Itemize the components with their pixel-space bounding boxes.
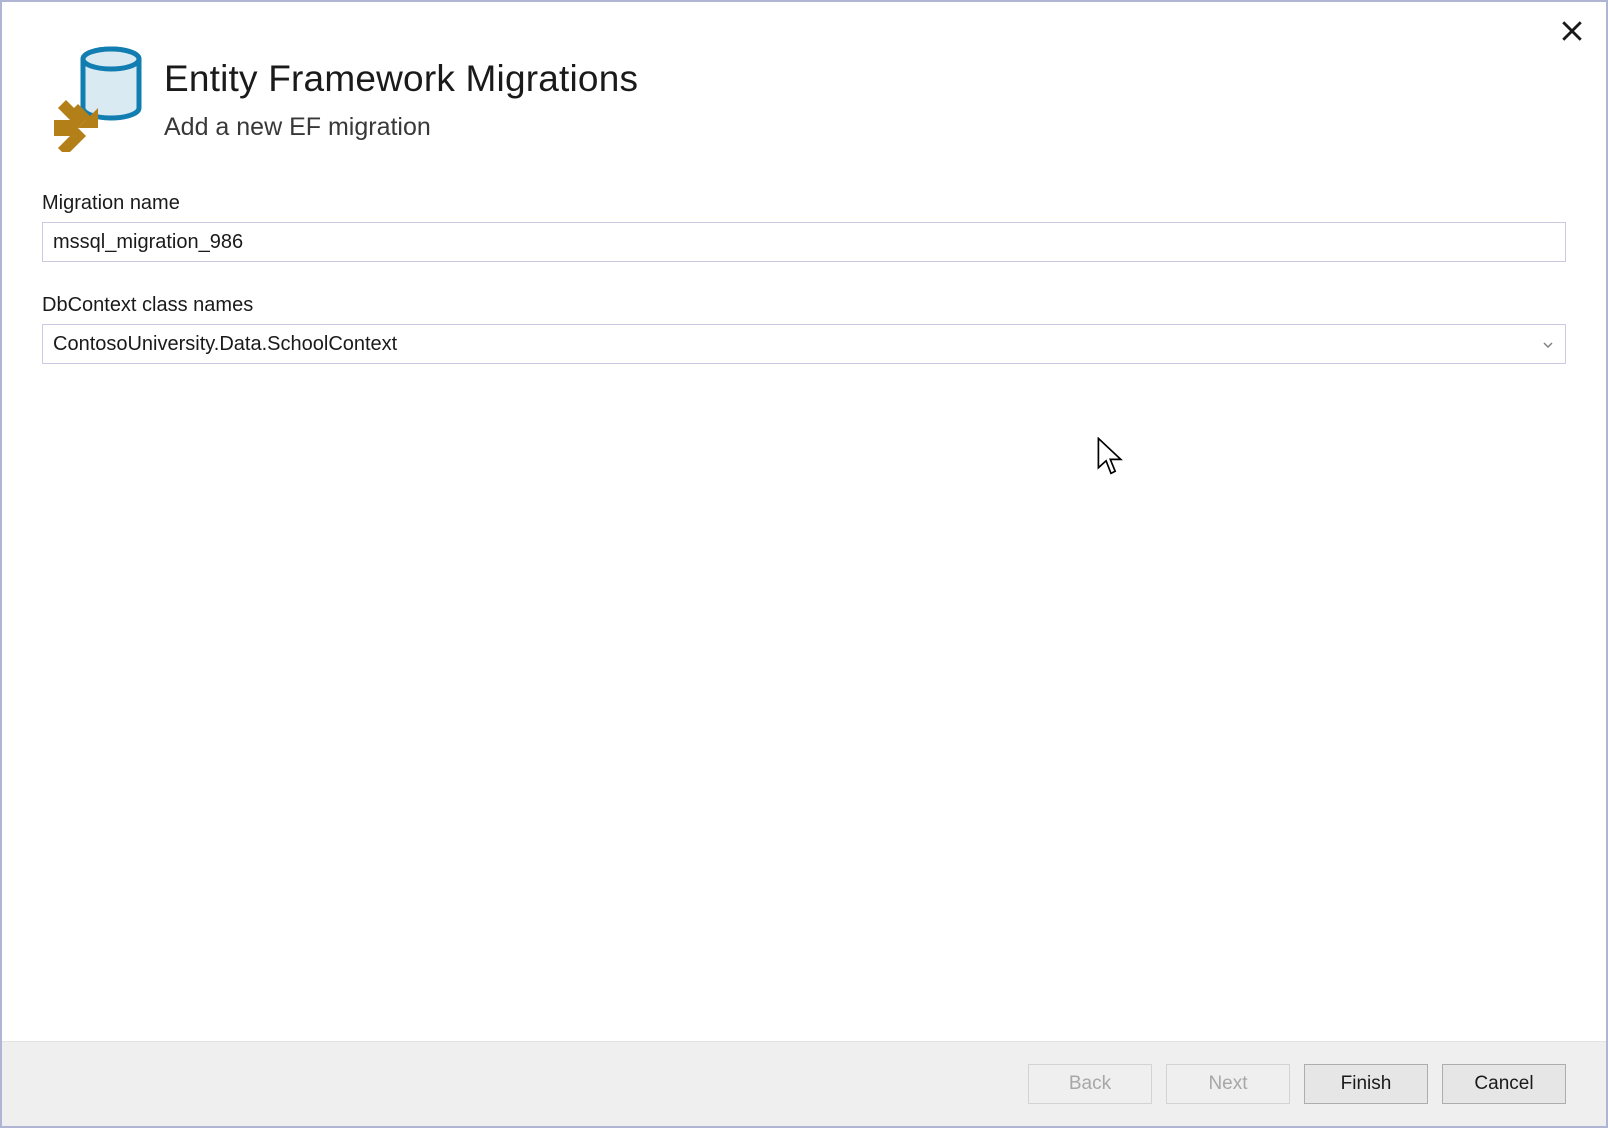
form-section: Migration name DbContext class names (2, 182, 1606, 1041)
dbcontext-label: DbContext class names (42, 294, 1566, 317)
ef-migrations-dialog: Entity Framework Migrations Add a new EF… (0, 0, 1608, 1128)
dbcontext-group: DbContext class names (42, 294, 1566, 364)
dialog-title: Entity Framework Migrations (164, 57, 638, 101)
back-button: Back (1028, 1064, 1152, 1104)
ef-migration-icon (46, 42, 146, 152)
close-icon (1562, 21, 1582, 41)
cancel-button[interactable]: Cancel (1442, 1064, 1566, 1104)
dbcontext-select-wrapper (42, 324, 1566, 364)
migration-name-input[interactable] (42, 222, 1566, 262)
close-button[interactable] (1559, 18, 1585, 44)
header-text: Entity Framework Migrations Add a new EF… (164, 42, 638, 142)
dialog-footer: Back Next Finish Cancel (2, 1041, 1606, 1126)
migration-name-label: Migration name (42, 192, 1566, 215)
dialog-subtitle: Add a new EF migration (164, 113, 638, 142)
finish-button[interactable]: Finish (1304, 1064, 1428, 1104)
migration-name-group: Migration name (42, 192, 1566, 262)
next-button: Next (1166, 1064, 1290, 1104)
dialog-header: Entity Framework Migrations Add a new EF… (2, 2, 1606, 182)
dbcontext-select[interactable] (42, 324, 1566, 364)
